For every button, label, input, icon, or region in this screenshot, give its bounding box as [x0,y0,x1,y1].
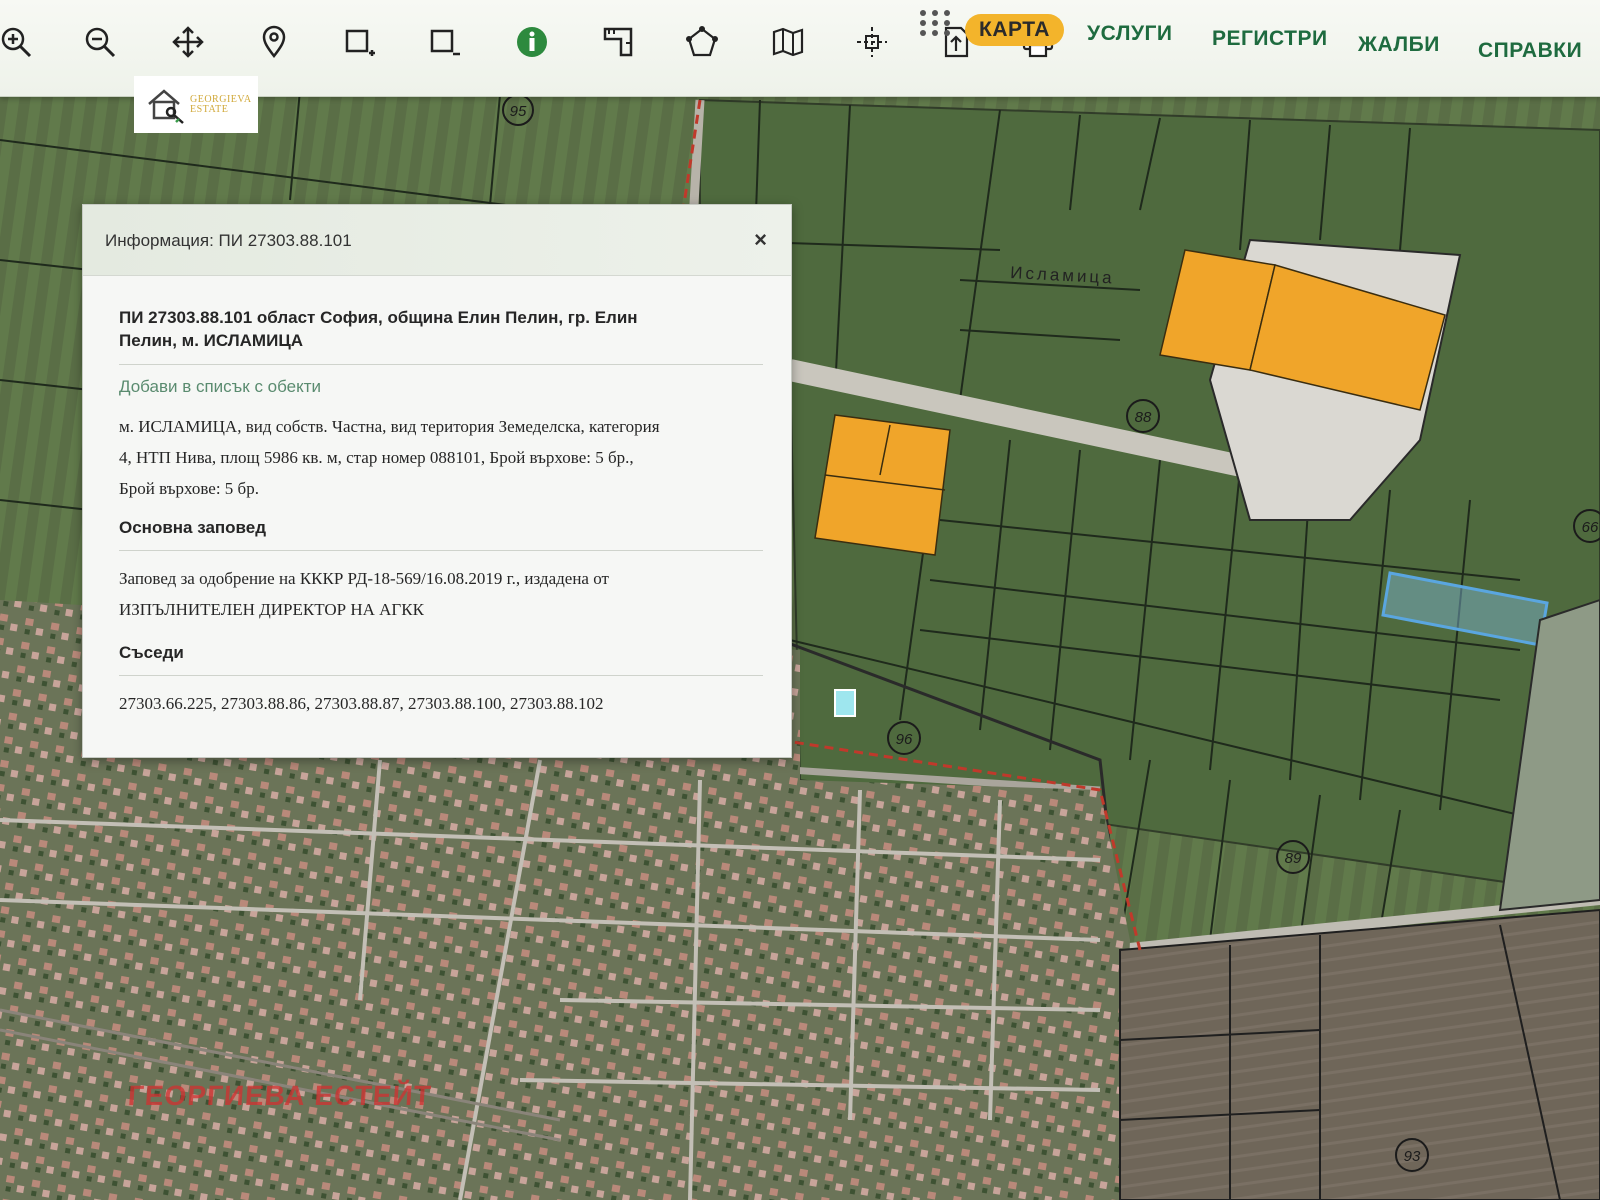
block-label-89: 89 [1285,850,1302,867]
location-tool[interactable] [254,22,294,62]
popup-body: ПИ 27303.88.101 област София, община Ели… [83,276,791,719]
zoom-in-icon [1,27,32,58]
order-text-line-1: Заповед за одобрение на КККР РД-18-569/1… [119,569,609,588]
polygon-tool[interactable] [682,22,722,62]
map-layers-tool[interactable] [768,22,808,62]
parcel-description-line-3: Брой върхове: 5 бр. [119,479,259,498]
info-tool[interactable] [512,22,552,62]
coordinates-icon [857,27,887,57]
house-key-icon [148,88,184,124]
nav-map[interactable]: КАРТА [965,14,1064,46]
layers-map-icon [772,27,804,57]
parcel-info-popup: Информация: ПИ 27303.88.101 × ПИ 27303.8… [82,204,792,758]
pan-tool[interactable] [168,22,208,62]
block-label-66: 66 [1582,519,1599,536]
parcel-description-line-1: м. ИСЛАМИЦА, вид собств. Частна, вид тер… [119,417,660,436]
zoom-out-tool[interactable] [80,22,120,62]
apps-grid-icon[interactable] [918,8,952,38]
parcel-heading-line-2: Пелин, м. ИСЛАМИЦА [119,331,304,350]
parcel-heading-line-1: ПИ 27303.88.101 област София, община Ели… [119,308,638,327]
location-pin-icon [262,25,286,59]
close-button[interactable]: × [754,227,767,253]
block-label-96: 96 [896,731,913,748]
popup-header: Информация: ПИ 27303.88.101 × [83,205,791,276]
agency-logo: GEORGIEVA ESTATE [134,76,258,133]
pan-icon [172,26,204,58]
order-heading: Основна заповед [119,518,267,537]
neighbors-heading: Съседи [119,643,184,662]
nav-complaints[interactable]: ЖАЛБИ [1358,29,1440,61]
info-icon [517,27,547,57]
block-label-88: 88 [1135,409,1152,426]
pool [834,689,856,717]
order-text-line-2: ИЗПЪЛНИТЕЛЕН ДИРЕКТОР НА АГКК [119,600,424,619]
deselect-area-icon [430,29,460,56]
select-area-icon [345,29,375,56]
zoom-out-icon [85,27,116,58]
neighbors-list: 27303.66.225, 27303.88.86, 27303.88.87, … [119,694,604,713]
parcel-description-line-2: 4, НТП Нива, площ 5986 кв. м, стар номер… [119,448,634,467]
polygon-icon [686,26,718,57]
add-to-list-link[interactable]: Добави в списък с обекти [119,377,763,397]
divider [119,364,763,365]
measure-tool[interactable] [598,22,638,62]
coordinates-tool[interactable] [852,22,892,62]
logo-line-1: GEORGIEVA [190,93,252,105]
logo-line-2: ESTATE [190,103,229,115]
logo-wordmark: GEORGIEVA ESTATE [190,93,252,115]
divider [119,550,763,551]
zoom-in-tool[interactable] [0,22,36,62]
nav-registers[interactable]: РЕГИСТРИ [1212,23,1328,55]
select-area-tool[interactable] [340,22,380,62]
divider [119,675,763,676]
nav-references[interactable]: СПРАВКИ [1478,35,1582,67]
block-label-93: 93 [1404,1148,1421,1165]
watermark: ГЕОРГИЕВА ЕСТЕЙТ [126,1080,433,1111]
deselect-area-tool[interactable] [425,22,465,62]
block-label-95: 95 [510,103,527,120]
measure-icon [603,27,633,57]
popup-title: Информация: ПИ 27303.88.101 [105,231,352,250]
nav-services[interactable]: УСЛУГИ [1087,18,1173,50]
